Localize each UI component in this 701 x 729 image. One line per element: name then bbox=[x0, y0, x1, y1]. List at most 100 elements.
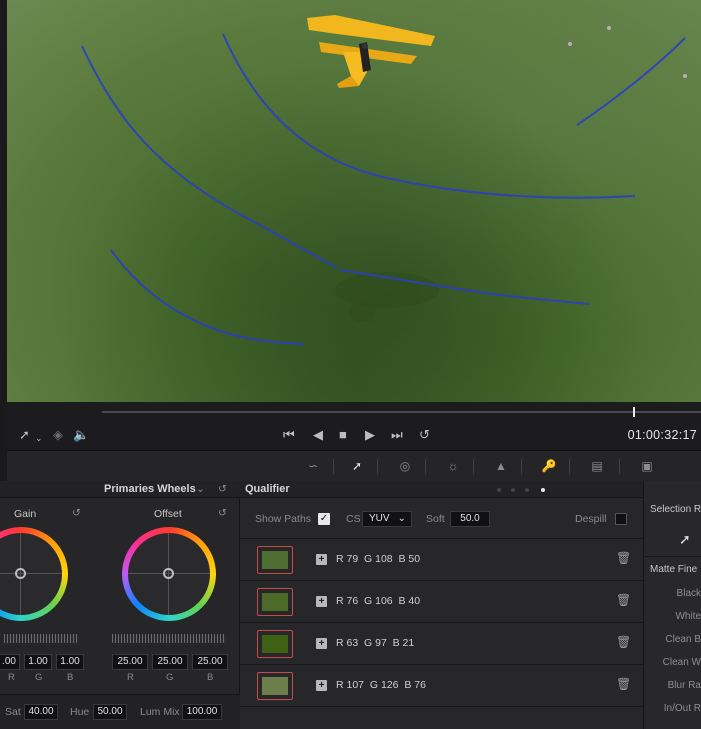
gain-b-field[interactable]: 1.00 bbox=[56, 654, 84, 670]
dropdown-icon[interactable]: ⌄ bbox=[35, 430, 43, 446]
page-dot[interactable] bbox=[525, 488, 529, 492]
toolbar-divider bbox=[473, 459, 474, 474]
toolbar-divider bbox=[619, 459, 620, 474]
trash-icon[interactable]: 🗑 bbox=[616, 677, 631, 691]
black-clip-label: Black bbox=[676, 588, 701, 599]
show-paths-label: Show Paths bbox=[255, 513, 312, 525]
skip-to-end-icon[interactable]: ⏭ bbox=[391, 427, 403, 443]
skip-to-start-icon[interactable]: ⏮ bbox=[283, 427, 295, 443]
power-window-icon[interactable]: ◎ bbox=[395, 457, 415, 475]
palette-toolbar: ∽ ➚ ◎ ☼ ▲ 🔑 ▤ ▣ bbox=[7, 450, 701, 481]
offset-g-field[interactable]: 25.00 bbox=[152, 654, 188, 670]
lum-mix-label: Lum Mix bbox=[140, 706, 180, 718]
toolbar-divider bbox=[377, 459, 378, 474]
offset-wheel-handle[interactable] bbox=[163, 568, 174, 579]
timeline-scrubber[interactable] bbox=[7, 402, 701, 422]
page-dot-active[interactable] bbox=[541, 488, 545, 492]
speaker-icon[interactable]: 🔈 bbox=[73, 427, 89, 443]
qualifier-header: Qualifier bbox=[240, 481, 643, 498]
chevron-down-icon[interactable]: ⌄ bbox=[196, 483, 205, 495]
gain-r-field[interactable]: .00 bbox=[0, 654, 20, 670]
toolbar-divider bbox=[521, 459, 522, 474]
soft-field[interactable]: 50.0 bbox=[450, 511, 490, 527]
lum-mix-field[interactable]: 100.00 bbox=[182, 704, 222, 720]
add-sample-icon[interactable]: + bbox=[316, 680, 327, 691]
gain-wheel[interactable] bbox=[0, 527, 68, 621]
qualifier-panel: Qualifier Show Paths ✓ CS YUV ⌄ Soft 50.… bbox=[240, 481, 643, 729]
key-icon[interactable]: 🔑 bbox=[539, 457, 559, 475]
eyedropper-icon[interactable]: ➚ bbox=[679, 531, 691, 548]
offset-r-label: R bbox=[127, 672, 134, 683]
gain-master-dial[interactable] bbox=[4, 634, 78, 643]
show-paths-checkbox[interactable]: ✓ bbox=[318, 513, 330, 525]
gain-b-label: B bbox=[67, 672, 74, 683]
selection-range-title: Selection R bbox=[650, 504, 701, 515]
page-dot[interactable] bbox=[511, 488, 515, 492]
reset-icon[interactable]: ↺ bbox=[218, 483, 227, 495]
wheels-header: Primaries Wheels ⌄ ↺ bbox=[0, 481, 240, 498]
sat-field[interactable]: 40.00 bbox=[24, 704, 58, 720]
stop-icon[interactable]: ■ bbox=[339, 427, 347, 443]
sample-rgb: R 107 G 126 B 76 bbox=[336, 679, 426, 691]
add-sample-icon[interactable]: + bbox=[316, 596, 327, 607]
color-sample-row[interactable]: + R 107 G 126 B 76 🗑 bbox=[240, 665, 643, 707]
biplane bbox=[307, 15, 435, 88]
color-swatch[interactable] bbox=[257, 588, 293, 616]
gain-reset-icon[interactable]: ↺ bbox=[72, 507, 81, 519]
clean-white-label: Clean W bbox=[662, 657, 701, 668]
color-swatch[interactable] bbox=[257, 630, 293, 658]
trash-icon[interactable]: 🗑 bbox=[616, 551, 631, 565]
clean-black-label: Clean B bbox=[665, 634, 701, 645]
qualifier-title: Qualifier bbox=[245, 483, 290, 495]
offset-master-dial[interactable] bbox=[112, 634, 226, 643]
viewer-overlay bbox=[81, 15, 687, 345]
hue-field[interactable]: 50.00 bbox=[93, 704, 127, 720]
trash-icon[interactable]: 🗑 bbox=[616, 593, 631, 607]
offset-b-field[interactable]: 25.00 bbox=[192, 654, 228, 670]
gain-g-field[interactable]: 1.00 bbox=[24, 654, 52, 670]
wheels-mode-dropdown[interactable]: Primaries Wheels bbox=[104, 483, 196, 495]
in-out-ratio-label: In/Out R bbox=[663, 703, 701, 714]
play-reverse-icon[interactable]: ◀ bbox=[313, 427, 323, 443]
play-icon[interactable]: ▶ bbox=[365, 427, 375, 443]
plane-shadow-tail bbox=[348, 302, 376, 322]
add-sample-icon[interactable]: + bbox=[316, 554, 327, 565]
scrubber-track[interactable] bbox=[102, 411, 701, 413]
gain-r-label: R bbox=[8, 672, 15, 683]
qualifier-stroke-path bbox=[576, 37, 686, 126]
despill-checkbox[interactable] bbox=[615, 513, 627, 525]
viewer-image bbox=[7, 0, 701, 402]
color-sample-row[interactable]: + R 76 G 106 B 40 🗑 bbox=[240, 581, 643, 623]
add-sample-icon[interactable]: + bbox=[316, 638, 327, 649]
offset-g-label: G bbox=[166, 672, 174, 683]
offset-b-label: B bbox=[207, 672, 214, 683]
color-swatch[interactable] bbox=[257, 672, 293, 700]
tracker-icon[interactable]: ☼ bbox=[443, 457, 463, 475]
playhead[interactable] bbox=[633, 407, 635, 417]
offset-r-field[interactable]: 25.00 bbox=[112, 654, 148, 670]
wheels-footer: Sat 40.00 Hue 50.00 Lum Mix 100.00 bbox=[0, 694, 240, 729]
offset-wheel[interactable] bbox=[122, 527, 216, 621]
page-dot[interactable] bbox=[497, 488, 501, 492]
gain-g-label: G bbox=[35, 672, 43, 683]
offset-reset-icon[interactable]: ↺ bbox=[218, 507, 227, 519]
qualifier-picker-icon[interactable]: ➚ bbox=[19, 427, 30, 443]
blur-icon[interactable]: ▲ bbox=[491, 457, 511, 475]
color-swatch[interactable] bbox=[257, 546, 293, 574]
color-sample-row[interactable]: + R 79 G 108 B 50 🗑 bbox=[240, 539, 643, 581]
sizing-icon[interactable]: ▤ bbox=[587, 457, 607, 475]
trash-icon[interactable]: 🗑 bbox=[616, 635, 631, 649]
qualifier-icon[interactable]: ➚ bbox=[347, 457, 367, 475]
curves-icon[interactable]: ∽ bbox=[303, 457, 323, 475]
offset-label: Offset bbox=[154, 508, 182, 520]
loop-icon[interactable]: ↺ bbox=[419, 427, 430, 443]
layers-icon[interactable]: ◈ bbox=[53, 427, 63, 443]
3d-icon[interactable]: ▣ bbox=[637, 457, 657, 475]
gain-wheel-handle[interactable] bbox=[15, 568, 26, 579]
qualifier-stroke-path bbox=[110, 249, 305, 345]
qualifier-stroke-path bbox=[81, 45, 338, 269]
color-sample-row[interactable]: + R 63 G 97 B 21 🗑 bbox=[240, 623, 643, 665]
qualifier-options-row: Show Paths ✓ CS YUV ⌄ Soft 50.0 Despill bbox=[240, 499, 643, 539]
color-space-select[interactable]: YUV ⌄ bbox=[362, 511, 412, 527]
qualifier-stroke-path bbox=[222, 33, 636, 199]
